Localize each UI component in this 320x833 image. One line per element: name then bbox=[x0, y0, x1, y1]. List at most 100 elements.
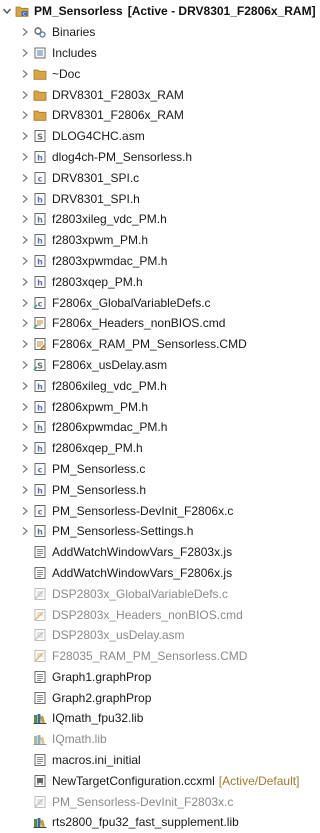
tree-item[interactable]: AddWatchWindowVars_F2806x.js bbox=[0, 563, 311, 584]
chevron-right-icon[interactable] bbox=[20, 400, 30, 414]
tree-item[interactable]: h f2806xpwm_PM.h bbox=[0, 396, 311, 417]
tree-item[interactable]: h dlog4ch-PM_Sensorless.h bbox=[0, 147, 311, 168]
tree-item[interactable]: Binaries bbox=[0, 22, 311, 43]
tree-item[interactable]: DSP2803x_usDelay.asm bbox=[0, 625, 311, 646]
chevron-right-icon[interactable] bbox=[20, 337, 30, 351]
tree-item[interactable]: IQmath_fpu32.lib bbox=[0, 708, 311, 729]
tree-item-label: Binaries bbox=[52, 25, 96, 40]
header-file-icon: h bbox=[33, 275, 47, 289]
tree-item[interactable]: F28035_RAM_PM_Sensorless.CMD bbox=[0, 646, 311, 667]
chevron-right-icon[interactable] bbox=[20, 129, 30, 143]
tree-item[interactable]: DRV8301_F2806x_RAM bbox=[0, 105, 311, 126]
tree-item-label: F28035_RAM_PM_Sensorless.CMD bbox=[52, 649, 248, 664]
tree-item[interactable]: c PM_Sensorless.c bbox=[0, 459, 311, 480]
chevron-right-icon[interactable] bbox=[20, 212, 30, 226]
tree-item-label: PM_Sensorless-Settings.h bbox=[52, 524, 194, 539]
tree-item[interactable]: h f2806xileg_vdc_PM.h bbox=[0, 375, 311, 396]
excluded-cmd-file-icon bbox=[33, 608, 47, 622]
chevron-right-icon[interactable] bbox=[20, 358, 30, 372]
chevron-right-icon[interactable] bbox=[20, 296, 30, 310]
tree-item[interactable]: h f2806xqep_PM.h bbox=[0, 438, 311, 459]
header-file-icon: h bbox=[33, 524, 47, 538]
chevron-right-icon[interactable] bbox=[20, 88, 30, 102]
target-config-icon bbox=[33, 774, 47, 788]
tree-item-label: DRV8301_F2806x_RAM bbox=[52, 108, 184, 123]
tree-item[interactable]: h f2803xileg_vdc_PM.h bbox=[0, 209, 311, 230]
chevron-right-icon[interactable] bbox=[20, 192, 30, 206]
tree-item[interactable]: h DRV8301_SPI.h bbox=[0, 188, 311, 209]
tree-item[interactable]: ~Doc bbox=[0, 63, 311, 84]
chevron-right-icon[interactable] bbox=[20, 462, 30, 476]
tree-item[interactable]: h PM_Sensorless-Settings.h bbox=[0, 521, 311, 542]
excluded-c-file-icon bbox=[33, 587, 47, 601]
tree-item[interactable]: PM_Sensorless-DevInit_F2803x.c bbox=[0, 791, 311, 812]
tree-item-label: F2806x_GlobalVariableDefs.c bbox=[52, 295, 211, 310]
tree-item-label: F2806x_usDelay.asm bbox=[52, 357, 168, 372]
tree-item[interactable]: AddWatchWindowVars_F2803x.js bbox=[0, 542, 311, 563]
chevron-right-icon[interactable] bbox=[20, 150, 30, 164]
tree-item[interactable]: rts2800_fpu32_fast_supplement.lib bbox=[0, 812, 311, 833]
chevron-right-icon[interactable] bbox=[20, 420, 30, 434]
svg-text:h: h bbox=[37, 528, 43, 537]
chevron-right-icon[interactable] bbox=[20, 67, 30, 81]
linked-cmd-file-icon bbox=[33, 316, 47, 330]
text-file-icon bbox=[33, 753, 47, 767]
project-root[interactable]: C PM_Sensorless [Active - DRV8301_F2806x… bbox=[0, 1, 316, 22]
tree-item[interactable]: macros.ini_initial bbox=[0, 750, 311, 771]
header-file-icon: h bbox=[33, 233, 47, 247]
header-file-icon: h bbox=[33, 420, 47, 434]
chevron-right-icon[interactable] bbox=[20, 316, 30, 330]
header-file-icon: h bbox=[33, 150, 47, 164]
tree-item[interactable]: Graph1.graphProp bbox=[0, 667, 311, 688]
chevron-right-icon[interactable] bbox=[20, 524, 30, 538]
chevron-right-icon[interactable] bbox=[20, 171, 30, 185]
tree-item[interactable]: S DLOG4CHC.asm bbox=[0, 126, 311, 147]
project-icon: C bbox=[15, 4, 29, 18]
tree-item[interactable]: c F2806x_GlobalVariableDefs.c bbox=[0, 292, 311, 313]
svg-text:S: S bbox=[37, 361, 43, 370]
tree-item[interactable]: DSP2803x_Headers_nonBIOS.cmd bbox=[0, 604, 311, 625]
tree-item[interactable]: F2806x_RAM_PM_Sensorless.CMD bbox=[0, 334, 311, 355]
project-name: PM_Sensorless bbox=[34, 4, 123, 19]
library-icon bbox=[33, 711, 47, 725]
tree-item-label: Includes bbox=[52, 45, 97, 60]
tree-item-label: f2803xpwmdac_PM.h bbox=[52, 253, 168, 268]
tree-item-label: IQmath_fpu32.lib bbox=[52, 711, 144, 726]
tree-item-label: DRV8301_F2803x_RAM bbox=[52, 87, 184, 102]
tree-item[interactable]: h f2803xpwmdac_PM.h bbox=[0, 251, 311, 272]
tree-item[interactable]: DRV8301_F2803x_RAM bbox=[0, 84, 311, 105]
tree-item[interactable]: NewTargetConfiguration.ccxml [Active/Defa… bbox=[0, 770, 311, 791]
tree-item[interactable]: h PM_Sensorless.h bbox=[0, 479, 311, 500]
tree-item-label: f2803xileg_vdc_PM.h bbox=[52, 212, 167, 227]
chevron-right-icon[interactable] bbox=[20, 233, 30, 247]
chevron-right-icon[interactable] bbox=[20, 483, 30, 497]
tree-item[interactable]: c PM_Sensorless-DevInit_F2806x.c bbox=[0, 500, 311, 521]
chevron-right-icon[interactable] bbox=[20, 379, 30, 393]
chevron-right-icon[interactable] bbox=[20, 441, 30, 455]
chevron-right-icon[interactable] bbox=[20, 108, 30, 122]
tree-item[interactable]: F2806x_Headers_nonBIOS.cmd bbox=[0, 313, 311, 334]
c-file-icon: c bbox=[33, 171, 47, 185]
svg-text:c: c bbox=[38, 174, 43, 183]
chevron-right-icon[interactable] bbox=[20, 275, 30, 289]
tree-item[interactable]: h f2806xpwmdac_PM.h bbox=[0, 417, 311, 438]
tree-item[interactable]: Graph2.graphProp bbox=[0, 687, 311, 708]
text-file-icon bbox=[33, 566, 47, 580]
tree-item[interactable]: IQmath.lib bbox=[0, 729, 311, 750]
tree-item[interactable]: h f2803xqep_PM.h bbox=[0, 271, 311, 292]
text-file-icon bbox=[33, 670, 47, 684]
chevron-right-icon[interactable] bbox=[20, 46, 30, 60]
chevron-right-icon[interactable] bbox=[20, 504, 30, 518]
tree-item[interactable]: h f2803xpwm_PM.h bbox=[0, 230, 311, 251]
chevron-right-icon[interactable] bbox=[20, 25, 30, 39]
header-file-icon: h bbox=[33, 254, 47, 268]
tree-item[interactable]: Includes bbox=[0, 43, 311, 64]
tree-item[interactable]: c DRV8301_SPI.c bbox=[0, 167, 311, 188]
tree-item[interactable]: DSP2803x_GlobalVariableDefs.c bbox=[0, 583, 311, 604]
chevron-right-icon[interactable] bbox=[20, 254, 30, 268]
svg-text:c: c bbox=[38, 299, 43, 308]
tree-item[interactable]: S F2806x_usDelay.asm bbox=[0, 355, 311, 376]
tree-item-label: PM_Sensorless.c bbox=[52, 461, 146, 476]
text-file-icon bbox=[33, 691, 47, 705]
chevron-down-icon[interactable] bbox=[2, 4, 12, 18]
